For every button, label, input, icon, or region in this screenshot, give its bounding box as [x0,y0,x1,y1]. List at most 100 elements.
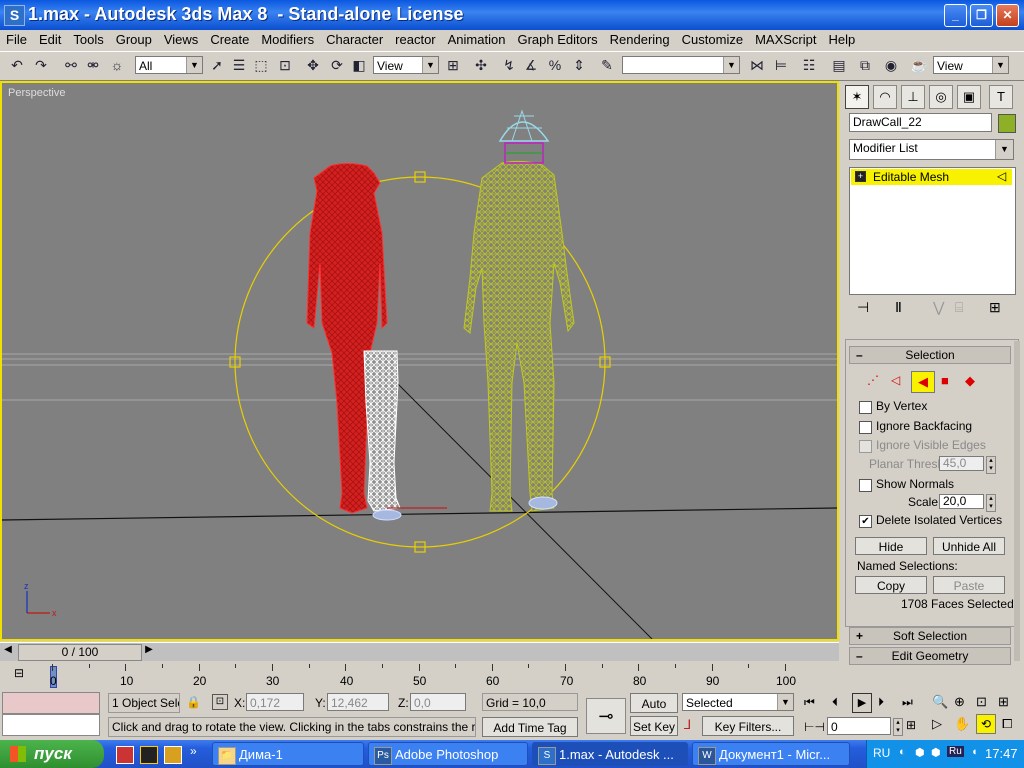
next-frame-button-icon[interactable]: ⏵ [878,695,884,710]
arc-rotate-icon[interactable]: ⟲ [976,714,996,734]
language-indicator[interactable]: RU [873,746,890,760]
go-to-end-icon[interactable]: ⏭ [902,695,913,710]
paste-button[interactable]: Paste [933,576,1005,594]
chevron-down-icon[interactable]: ▼ [995,140,1013,159]
task-3dsmax[interactable]: S 1.max - Autodesk ... [532,742,688,766]
title-bar[interactable]: S 1.max - Autodesk 3ds Max 8 - Stand-alo… [0,0,1024,30]
panel-scrollbar[interactable] [1014,341,1020,661]
face-level-icon[interactable]: ◀ [911,371,935,393]
rect-selection-icon[interactable]: ⬚ [252,56,270,74]
tab-modify[interactable]: ◠ [873,85,897,109]
tray-icon-1[interactable]: ◐ [899,746,906,758]
show-end-result-icon[interactable]: Ⅱ [895,299,902,316]
pin-stack-icon[interactable]: ⊣ [857,299,869,316]
tray-icon-2[interactable]: ⬢ [915,746,925,759]
stack-item-editable-mesh[interactable]: + Editable Mesh ◁ [851,169,1012,185]
task-word[interactable]: W Документ1 - Micr... [692,742,850,766]
by-vertex-checkbox[interactable] [859,401,872,414]
redo-icon[interactable]: ↷ [32,56,50,74]
quicklaunch-more-icon[interactable]: » [190,744,197,758]
maximize-button[interactable]: ❐ [970,4,993,27]
ignore-backfacing-checkbox[interactable] [859,421,872,434]
start-button[interactable]: пуск [0,740,104,768]
y-coord-field[interactable]: 12,462 [327,693,389,711]
menu-edit[interactable]: Edit [33,30,67,50]
curve-editor-icon[interactable]: ▤ [830,56,848,74]
polygon-level-icon[interactable]: ■ [941,373,949,388]
element-level-icon[interactable]: ◆ [965,373,975,389]
selection-rollout-header[interactable]: – Selection [849,346,1011,364]
soft-selection-rollout-header[interactable]: + Soft Selection [849,627,1011,645]
object-name-field[interactable]: DrawCall_22 [849,113,992,132]
next-frame-icon[interactable]: ▶ [142,644,156,659]
align-icon[interactable]: ⊨ [772,56,790,74]
scale-icon[interactable]: ◧ [350,56,368,74]
current-frame-field[interactable]: 0 [827,717,891,735]
pan-icon[interactable]: ✋ [954,716,970,732]
field-of-view-icon[interactable]: ▷ [932,716,942,732]
quicklaunch-folder-icon[interactable] [164,746,182,764]
task-dima[interactable]: 📁 Дима-1 [212,742,364,766]
maximize-viewport-icon[interactable]: ⧠ [1002,716,1012,732]
remove-modifier-icon[interactable]: ⌸ [955,299,963,316]
z-coord-field[interactable]: 0,0 [410,693,466,711]
tab-display[interactable]: ▣ [957,85,981,109]
menu-reactor[interactable]: reactor [389,30,441,50]
menu-character[interactable]: Character [320,30,389,50]
tab-motion[interactable]: ◎ [929,85,953,109]
ref-coord-dropdown[interactable]: View ▼ [373,56,439,74]
add-time-tag-button[interactable]: Add Time Tag [482,717,578,737]
select-object-icon[interactable]: ➚ [208,56,226,74]
planar-thresh-field[interactable]: 45,0 [939,456,984,471]
go-to-start-icon[interactable]: ⏮ [804,695,815,710]
vertex-level-icon[interactable]: ⋰ [867,373,879,387]
time-config-icon[interactable]: ⊞ [906,718,916,732]
menu-group[interactable]: Group [110,30,158,50]
hide-button[interactable]: Hide [855,537,927,555]
pivot-center-icon[interactable]: ⊞ [444,56,462,74]
show-normals-checkbox[interactable] [859,479,872,492]
selection-filter-dropdown[interactable]: All ▼ [135,56,203,74]
scene-canvas[interactable]: x z [2,83,837,639]
tray-volume-icon[interactable]: ◖ [971,746,978,758]
key-mode-dropdown[interactable]: Selected ▼ [682,693,794,711]
set-key-button[interactable]: Set Key [630,716,678,736]
planar-thresh-spinner[interactable]: ▴ ▾ [986,456,996,474]
scale-field[interactable]: 20,0 [939,494,984,509]
selection-lock-icon[interactable]: 🔒 [186,695,201,709]
edge-level-icon[interactable]: ◁ [891,373,900,387]
unhide-all-button[interactable]: Unhide All [933,537,1005,555]
select-and-link-icon[interactable]: ⚯ [62,56,80,74]
minimize-button[interactable]: _ [944,4,967,27]
angle-snap-icon[interactable]: ∡ [522,56,540,74]
material-editor-icon[interactable]: ◉ [882,56,900,74]
window-crossing-icon[interactable]: ⊡ [276,56,294,74]
schematic-view-icon[interactable]: ⧉ [856,56,874,74]
menu-modifiers[interactable]: Modifiers [255,30,320,50]
undo-icon[interactable]: ↶ [8,56,26,74]
track-bar[interactable]: ⊟ 0 10 20 30 40 50 60 70 80 90 100 [0,662,841,690]
rotate-icon[interactable]: ⟳ [328,56,346,74]
menu-views[interactable]: Views [158,30,204,50]
menu-create[interactable]: Create [204,30,255,50]
default-in-out-tangent-icon[interactable]: ⅃ [684,717,691,733]
task-photoshop[interactable]: Ps Adobe Photoshop [368,742,528,766]
key-mode-toggle-icon[interactable]: ⊢⊣ [804,720,825,734]
menu-customize[interactable]: Customize [676,30,749,50]
delete-isolated-checkbox[interactable]: ✔ [859,515,872,528]
tray-icon-3[interactable]: ⬢ [931,746,941,759]
x-coord-field[interactable]: 0,172 [246,693,304,711]
edit-geometry-rollout-header[interactable]: – Edit Geometry [849,647,1011,665]
render-scene-icon[interactable]: ☕ [910,56,928,74]
tab-create[interactable]: ✶ [845,85,869,109]
scale-spinner[interactable]: ▴ ▾ [986,494,996,512]
menu-tools[interactable]: Tools [67,30,109,50]
bind-spacewarp-icon[interactable]: ☼ [108,56,126,74]
maxscript-input-mini[interactable] [2,714,100,736]
named-selection-dropdown[interactable]: ▼ [622,56,740,74]
menu-maxscript[interactable]: MAXScript [749,30,822,50]
spinner-snap-icon[interactable]: ⇕ [570,56,588,74]
set-key-icon[interactable]: ⊸ [586,698,626,734]
ignore-visible-edges-checkbox[interactable] [859,440,872,453]
play-icon[interactable]: ▶ [852,693,872,713]
